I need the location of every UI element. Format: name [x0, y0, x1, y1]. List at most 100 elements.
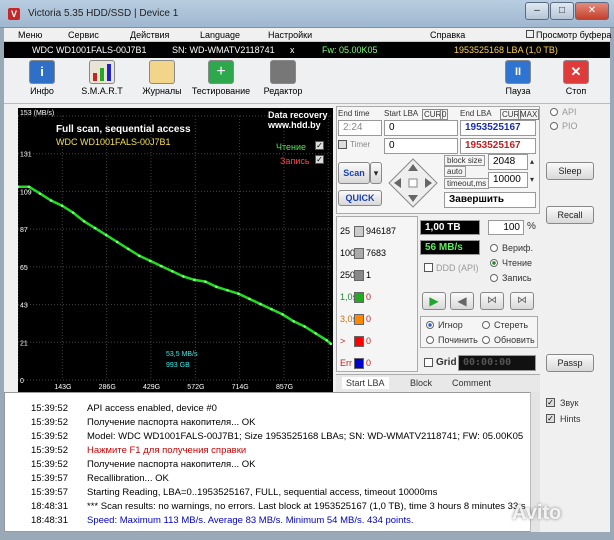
- menu-item-settings[interactable]: Настройки: [268, 30, 312, 40]
- graph-point: [259, 302, 262, 306]
- device-firmware: Fw: 05.00K05: [322, 45, 378, 55]
- editor-icon: [270, 60, 296, 84]
- journal-button[interactable]: Журналы: [138, 60, 186, 102]
- graph-point: [215, 285, 218, 289]
- pause-button[interactable]: II Пауза: [498, 60, 538, 102]
- title-bar: V Victoria 5.35 HDD/SSD | Device 1 – □ ✕: [0, 0, 614, 28]
- counter-swatch-1: [354, 248, 364, 259]
- log-message: Нажмите F1 для получения справки: [87, 445, 247, 456]
- log-message: *** Scan results: no warnings, no errors…: [87, 501, 526, 512]
- hints-checkbox[interactable]: ✓: [546, 414, 555, 423]
- graph-point: [281, 313, 284, 316]
- pause-icon: II: [505, 60, 531, 84]
- counter-value-4: 0: [366, 314, 372, 324]
- graph-point: [137, 254, 141, 258]
- info-button[interactable]: i Инфо: [22, 60, 62, 102]
- editor-button[interactable]: Редактор: [258, 60, 308, 102]
- skip-icon[interactable]: ⋈: [480, 292, 504, 310]
- counter-swatch-5: [354, 336, 364, 347]
- repair-label: Починить: [438, 335, 478, 345]
- log-message: Speed: Maximum 113 MB/s. Average 83 MB/s…: [87, 515, 414, 526]
- device-serial: SN: WD-WMATV2118741: [172, 45, 275, 55]
- play-icon[interactable]: ▶: [422, 292, 446, 310]
- recall-button[interactable]: Recall: [546, 206, 594, 224]
- block-size-auto-checkbox[interactable]: auto: [444, 166, 466, 177]
- log-message: Получение паспорта накопителя... OK: [87, 459, 256, 470]
- graph-point: [226, 288, 229, 292]
- counter-swatch-0: [354, 226, 364, 237]
- ignore-radio[interactable]: [426, 321, 434, 329]
- stop-icon: ✕: [563, 60, 589, 84]
- timeout-field[interactable]: 10000: [488, 172, 528, 188]
- timer-checkbox[interactable]: [338, 140, 347, 149]
- window-title: Victoria 5.35 HDD/SSD | Device 1: [28, 8, 179, 19]
- menu-item-language[interactable]: Language: [200, 30, 240, 40]
- timer-field[interactable]: 0: [384, 138, 458, 154]
- buffer-icon: [526, 29, 534, 38]
- start-lba-field[interactable]: 0: [384, 120, 458, 136]
- erase-radio[interactable]: [482, 321, 490, 329]
- passp-button[interactable]: Passp: [546, 354, 594, 372]
- graph-write-checkbox[interactable]: ✓: [315, 155, 324, 164]
- end-lba-current-field[interactable]: 1953525167: [460, 138, 536, 154]
- smart-button[interactable]: S.M.A.R.T: [76, 60, 128, 102]
- close-button[interactable]: ✕: [575, 2, 609, 20]
- sleep-button[interactable]: Sleep: [546, 162, 594, 180]
- block-size-field[interactable]: 2048: [488, 154, 528, 170]
- stop-button[interactable]: ✕ Стоп: [556, 60, 596, 102]
- end-time-field[interactable]: 2:24: [338, 120, 382, 136]
- direction-pad-graphic: [388, 158, 438, 208]
- refresh-radio[interactable]: [482, 336, 490, 344]
- menu-item-menu[interactable]: Меню: [18, 30, 42, 40]
- end-lba-field[interactable]: 1953525167: [460, 120, 536, 136]
- end-icon[interactable]: ⋈: [510, 292, 534, 310]
- test-button[interactable]: + Тестирование: [190, 60, 252, 102]
- timer-label: Timer: [350, 140, 371, 149]
- tab-block[interactable]: Block: [410, 378, 432, 388]
- menu-item-buffer[interactable]: Просмотр буфера: [526, 29, 611, 40]
- rewind-icon[interactable]: ◀: [450, 292, 474, 310]
- block-size-spinner-icon[interactable]: ▴: [530, 157, 534, 166]
- start-lba-zero-button[interactable]: 0: [440, 109, 449, 120]
- graph-y-tick: 21: [20, 340, 28, 347]
- quick-button[interactable]: QUICK: [338, 190, 382, 206]
- menu-item-service[interactable]: Сервис: [68, 30, 99, 40]
- repair-radio[interactable]: [426, 336, 434, 344]
- graph-y-tick: 131: [20, 152, 32, 159]
- counter-swatch-3: [354, 292, 364, 303]
- graph-point: [60, 204, 64, 208]
- finish-select[interactable]: Завершить: [444, 192, 536, 208]
- log-message: Starting Reading, LBA=0..1953525167, FUL…: [87, 487, 438, 498]
- counter-value-3: 0: [366, 292, 372, 302]
- end-lba-max-button[interactable]: MAX: [518, 109, 540, 120]
- graph-title: Full scan, sequential access: [56, 124, 191, 135]
- graph-x-tick: 286G: [99, 384, 116, 391]
- tab-start-lba[interactable]: Start LBA: [342, 377, 389, 389]
- scan-button[interactable]: Scan: [338, 162, 370, 184]
- ddd-checkbox[interactable]: [424, 263, 433, 272]
- direction-pad: [388, 158, 438, 208]
- read-radio[interactable]: [490, 259, 498, 267]
- timeout-dropdown-icon[interactable]: ▾: [530, 175, 534, 184]
- graph-point: [104, 233, 108, 237]
- grid-checkbox[interactable]: [424, 358, 433, 367]
- tab-comment[interactable]: Comment: [452, 378, 491, 388]
- sound-checkbox[interactable]: ✓: [546, 398, 555, 407]
- device-close-button[interactable]: x: [290, 45, 295, 55]
- api-radio[interactable]: [550, 108, 558, 116]
- graph-point: [93, 226, 97, 230]
- graph-point: [27, 185, 31, 189]
- menu-item-help[interactable]: Справка: [430, 30, 465, 40]
- pio-radio[interactable]: [550, 122, 558, 130]
- graph-read-checkbox[interactable]: ✓: [315, 141, 324, 150]
- graph-y-tick: 87: [20, 227, 28, 234]
- minimize-button[interactable]: –: [525, 2, 549, 20]
- verify-radio[interactable]: [490, 244, 498, 252]
- grid-timer: 00:00:00: [458, 355, 536, 371]
- maximize-button[interactable]: □: [550, 2, 574, 20]
- write-radio[interactable]: [490, 274, 498, 282]
- graph-y-tick: 65: [20, 265, 28, 272]
- scan-dropdown-icon[interactable]: ▾: [370, 162, 382, 184]
- menu-item-actions[interactable]: Действия: [130, 30, 169, 40]
- log-time: 15:39:57: [31, 487, 68, 498]
